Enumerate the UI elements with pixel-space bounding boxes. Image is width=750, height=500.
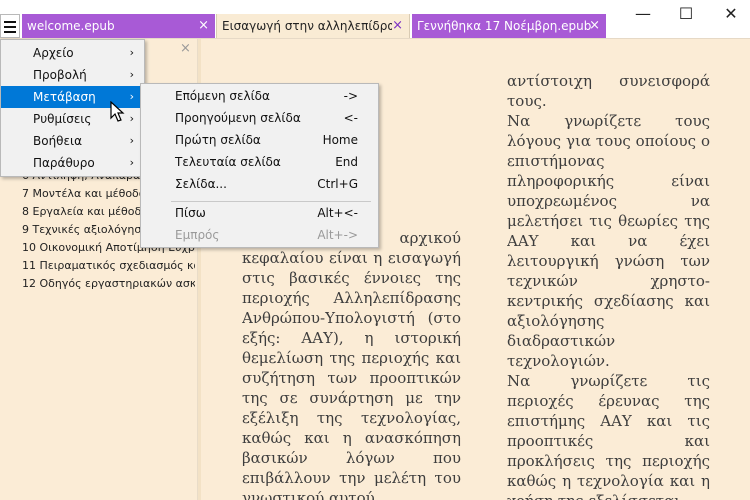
chevron-right-icon: › [129,156,134,169]
tab-label: welcome.epub [27,19,115,33]
submenu-item-label: Επόμενη σελίδα [175,89,270,103]
shortcut-label: Alt+-> [317,228,358,242]
submenu-item-label: Πίσω [175,206,206,220]
shortcut-label: End [335,155,358,169]
paragraph: αντίστοιχη συνεισφορά τους. [507,72,710,110]
toc-item[interactable]: 12 Οδηγός εργαστηριακών ασκήσεων [22,277,195,290]
submenu-item-previous-page[interactable]: Προηγούμενη σελίδα <- [141,107,378,129]
shortcut-label: Ctrl+G [317,177,358,191]
chevron-right-icon: › [129,90,134,103]
menu-item-label: Παράθυρο [33,156,95,170]
submenu-item-first-page[interactable]: Πρώτη σελίδα Home [141,129,378,151]
menu-item-label: Προβολή [33,68,87,82]
menu-item-help[interactable]: Βοήθεια › [1,130,144,152]
minimize-icon[interactable]: — [628,4,658,24]
submenu-item-label: Πρώτη σελίδα [175,133,261,147]
submenu-item-last-page[interactable]: Τελευταία σελίδα End [141,151,378,173]
menu-item-label: Μετάβαση [33,90,96,104]
mouse-pointer-icon [110,101,125,122]
hamburger-menu-icon[interactable] [0,14,20,38]
shortcut-label: <- [343,111,358,125]
tab-bar: welcome.epub × Εισαγωγή στην αλληλεπίδρα… [0,0,750,39]
paragraph: Να γνωρίζετε τις περιοχές έρευνας της επ… [507,372,710,500]
shortcut-label: Alt+<- [317,206,358,220]
tab-intro-hci[interactable]: Εισαγωγή στην αλληλεπίδρα... × [216,14,410,38]
submenu-item-label: Εμπρός [175,228,220,242]
page-right-column: αντίστοιχη συνεισφορά τους. Να γνωρίζετε… [507,71,710,500]
shortcut-label: -> [343,89,358,103]
menu-item-window[interactable]: Παράθυρο › [1,152,144,174]
goto-submenu: Επόμενη σελίδα -> Προηγούμενη σελίδα <- … [140,83,379,248]
chevron-right-icon: › [129,112,134,125]
menu-item-label: Αρχείο [33,46,74,60]
paragraph: Ο σκοπός του αρχικού κεφαλαίου είναι η ε… [242,229,461,500]
toc-item[interactable]: 11 Πειραματικός σχεδιασμός και [22,259,195,272]
chevron-right-icon: › [129,134,134,147]
tab-label: Εισαγωγή στην αλληλεπίδρα... [222,19,392,33]
menu-item-view[interactable]: Προβολή › [1,64,144,86]
shortcut-label: Home [322,133,358,147]
close-window-icon[interactable]: ✕ [716,4,746,24]
tab-close-icon[interactable]: × [589,14,600,38]
submenu-item-next-page[interactable]: Επόμενη σελίδα -> [141,85,378,107]
menu-item-label: Ρυθμίσεις [33,112,92,126]
maximize-icon[interactable]: ☐ [671,4,701,24]
submenu-item-goto-page[interactable]: Σελίδα... Ctrl+G [141,173,378,195]
menu-item-file[interactable]: Αρχείο › [1,42,144,64]
submenu-item-label: Τελευταία σελίδα [175,155,281,169]
tab-book-november[interactable]: Γεννήθηκα 17 Νοέμβρη.epub × [412,14,606,38]
close-toc-icon[interactable]: × [180,41,191,56]
submenu-item-back[interactable]: Πίσω Alt+<- [141,202,378,224]
tab-welcome[interactable]: welcome.epub × [22,14,215,38]
tab-close-icon[interactable]: × [392,14,403,38]
paragraph: Να γνωρίζετε τους λόγους για τους οποίου… [507,112,710,370]
menu-item-label: Βοήθεια [33,134,82,148]
submenu-item-label: Σελίδα... [175,177,227,191]
chevron-right-icon: › [129,46,134,59]
tab-close-icon[interactable]: × [198,14,209,38]
submenu-item-forward: Εμπρός Alt+-> [141,224,378,246]
chevron-right-icon: › [129,68,134,81]
tab-label: Γεννήθηκα 17 Νοέμβρη.epub [417,19,592,33]
submenu-item-label: Προηγούμενη σελίδα [175,111,301,125]
